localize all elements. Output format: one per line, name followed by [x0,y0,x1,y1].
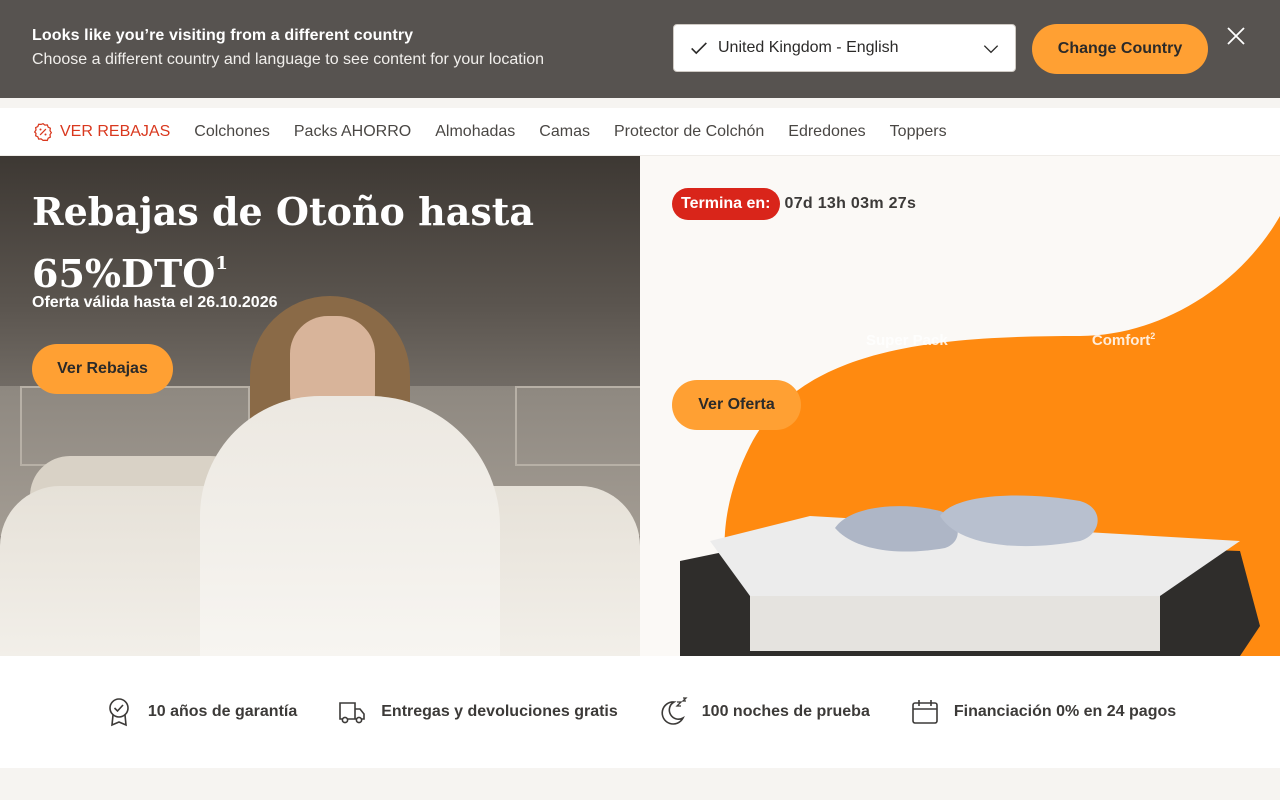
countdown-timer: Termina en: 07d 13h 03m 27s [672,188,916,220]
usp-warranty: 10 años de garantía [104,697,297,727]
nav-item-packs-ahorro[interactable]: Packs AHORRO [294,123,411,141]
countdown-label: Termina en: [672,188,780,220]
hero-sale-banner: Rebajas de Otoño hasta 65%DTO1 Oferta vá… [0,156,640,656]
nav-item-protector-de-colchon[interactable]: Protector de Colchón [614,123,764,141]
nav-item-almohadas[interactable]: Almohadas [435,123,515,141]
country-select[interactable]: United Kingdom - English [673,24,1016,72]
warranty-badge-icon [109,698,129,727]
banner-title: Looks like you’re visiting from a differ… [32,27,414,44]
hero-title: Rebajas de Otoño hasta 65%DTO1 [32,189,534,296]
promo-subtitle: Super Pack Comfort2 [866,331,1156,349]
nav-item-label: VER REBAJAS [60,122,171,140]
usp-financing: Financiación 0% en 24 pagos [910,697,1176,727]
usp-label: 100 noches de prueba [701,703,870,720]
page-footer-strip [0,768,1280,800]
usp-trial: 100 noches de prueba [658,697,870,727]
ver-oferta-button[interactable]: Ver Oferta [672,380,801,430]
nav-item-toppers[interactable]: Toppers [890,123,947,141]
nav-item-edredones[interactable]: Edredones [788,123,865,141]
country-select-value: United Kingdom - English [718,39,899,56]
offer-valid-text: Oferta válida hasta el 26.10.2026 [32,294,278,311]
change-country-button[interactable]: Change Country [1032,24,1208,74]
usp-label: Entregas y devoluciones gratis [381,703,618,720]
sale-badge-icon [33,122,53,141]
countdown-value: 07d 13h 03m 27s [784,195,917,212]
main-nav: VER REBAJAS Colchones Packs AHORRO Almoh… [0,108,1280,156]
ver-rebajas-button[interactable]: Ver Rebajas [32,344,173,394]
check-icon [691,42,707,55]
chevron-down-icon [983,45,999,54]
hero-promo-banner: Termina en: 07d 13h 03m 27s Super Pack C… [640,156,1280,656]
close-icon[interactable] [1224,24,1248,48]
calendar-icon [912,700,938,724]
nav-item-colchones[interactable]: Colchones [194,123,270,141]
nav-item-camas[interactable]: Camas [539,123,590,141]
country-banner: Looks like you’re visiting from a differ… [0,0,1280,98]
usp-bar: 10 años de garantía Entregas y devolucio… [0,656,1280,768]
usp-label: Financiación 0% en 24 pagos [953,703,1177,720]
usp-delivery: Entregas y devoluciones gratis [337,697,618,727]
nav-item-ver-rebajas[interactable]: VER REBAJAS [33,122,170,142]
usp-label: 10 años de garantía [147,703,298,720]
delivery-truck-icon [339,702,366,724]
moon-sleep-icon [661,697,688,725]
banner-subtitle: Choose a different country and language … [32,51,545,68]
